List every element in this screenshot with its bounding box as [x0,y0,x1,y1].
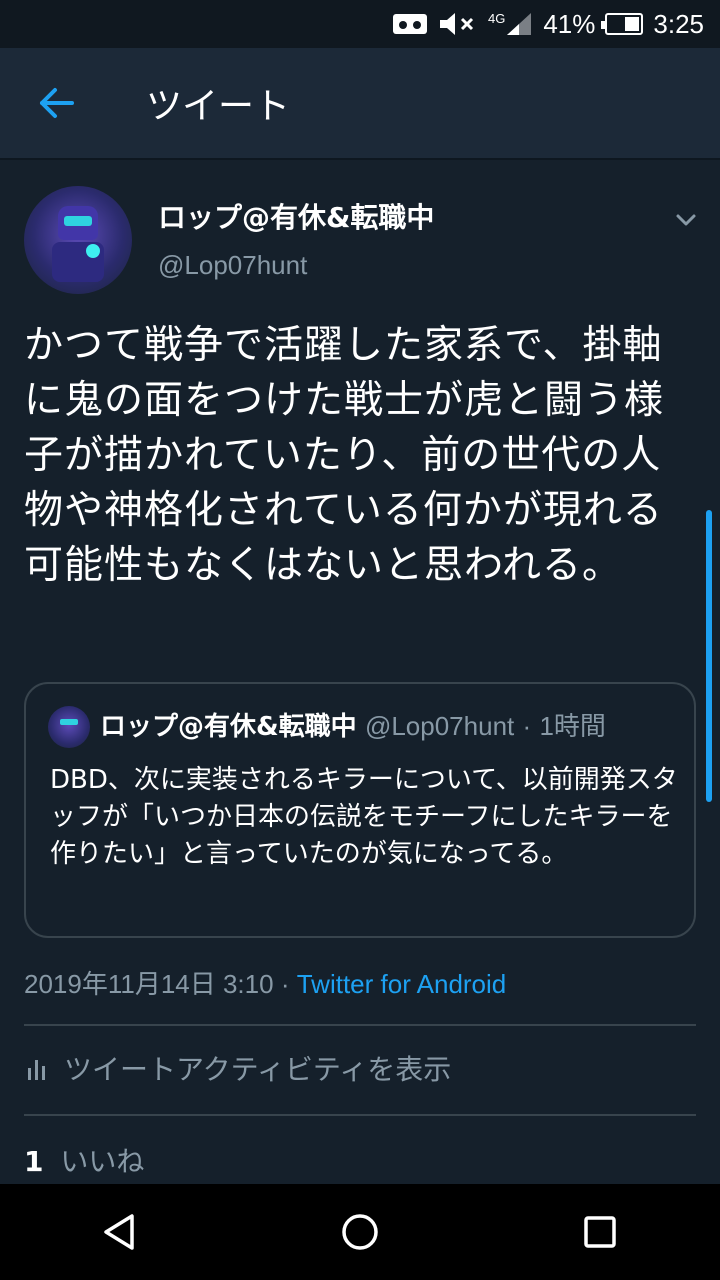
mute-icon [438,11,478,37]
timestamp-row: 2019年11月14日 3:10 · Twitter for Android [24,964,506,1001]
home-circle-icon [342,1214,378,1250]
likes-row[interactable]: 1 いいね [24,1140,144,1180]
divider [24,1114,696,1116]
chevron-down-icon[interactable] [672,206,700,234]
tweet-activity-link[interactable]: ツイートアクティビティを表示 [24,1048,451,1088]
bar-chart-icon [28,1060,45,1080]
timestamp-separator: · [280,969,290,999]
back-button[interactable] [26,73,86,133]
nav-back-button[interactable] [80,1192,160,1272]
author-display-name[interactable]: ロップ@有休&転職中 [158,196,434,236]
app-header: ツイート [0,48,720,160]
vr-mode-icon [392,11,428,37]
quoted-avatar [48,706,90,748]
system-nav-bar [0,1184,720,1280]
page-title: ツイート [146,86,291,127]
nav-recents-button[interactable] [560,1192,640,1272]
arrow-left-icon [40,88,74,118]
quoted-tweet[interactable]: ロップ@有休&転職中 @Lop07hunt · 1時間 DBD、次に実装されるキ… [24,682,696,938]
quoted-time: 1時間 [539,711,606,741]
status-bar: 4G 41% 3:25 [0,0,720,48]
clock: 3:25 [653,8,704,39]
scrollbar[interactable] [706,510,712,802]
quoted-handle: @Lop07hunt [364,711,515,741]
nav-home-button[interactable] [320,1192,400,1272]
timestamp: 2019年11月14日 3:10 [24,969,274,999]
tweet-activity-label: ツイートアクティビティを表示 [64,1053,452,1086]
likes-label: いいね [60,1145,145,1178]
quoted-separator: · [522,711,532,741]
signal-icon: 4G [488,11,533,37]
tweet-text: かつて戦争で活躍した家系で、掛軸に鬼の面をつけた戦士が虎と闘う様子が描かれていた… [24,323,665,588]
source-link[interactable]: Twitter for Android [297,969,507,999]
recents-square-icon [584,1216,616,1248]
back-triangle-icon [104,1214,134,1250]
author-handle[interactable]: @Lop07hunt [158,250,307,281]
battery-percent: 41% [543,8,596,39]
quoted-header: ロップ@有休&転職中 @Lop07hunt · 1時間 [100,706,606,743]
battery-icon [601,13,644,35]
divider [24,1024,696,1026]
likes-count: 1 [24,1145,44,1178]
quoted-text: DBD、次に実装されるキラーについて、以前開発スタッフが「いつか日本の伝説をモチ… [50,765,678,869]
quoted-display-name: ロップ@有休&転職中 [100,712,357,742]
tweet-detail: ロップ@有休&転職中 @Lop07hunt かつて戦争で活躍した家系で、掛軸に鬼… [0,162,720,1182]
avatar[interactable] [24,186,132,294]
network-type: 4G [488,11,506,26]
